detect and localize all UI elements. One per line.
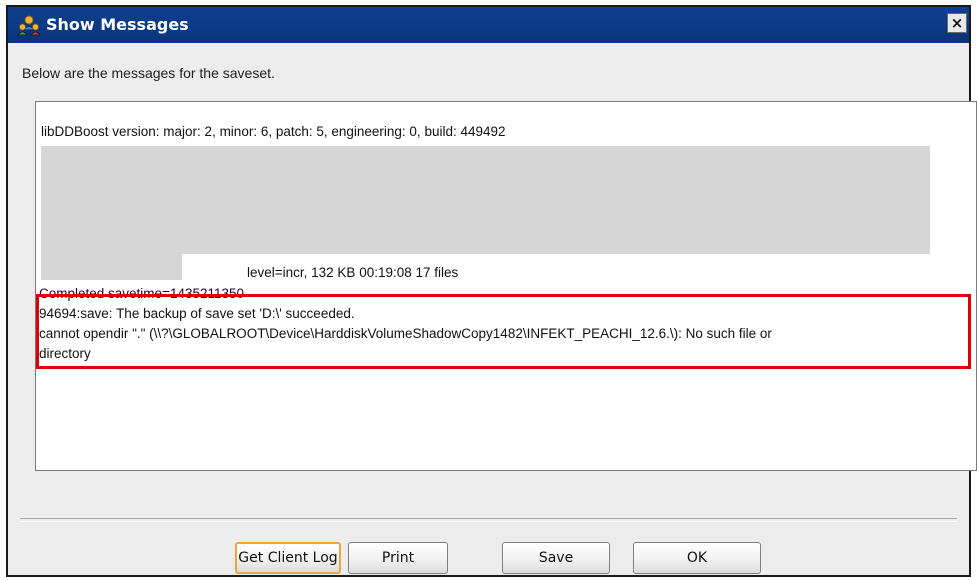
- message-line-error: cannot opendir "." (\\?\GLOBALROOT\Devic…: [39, 326, 772, 341]
- save-button[interactable]: Save: [502, 542, 610, 574]
- get-client-log-button[interactable]: Get Client Log: [235, 542, 341, 574]
- messages-textarea[interactable]: libDDBoost version: major: 2, minor: 6, …: [35, 101, 977, 471]
- show-messages-dialog: Show Messages × Below are the messages f…: [6, 5, 977, 577]
- network-users-icon: [18, 15, 40, 36]
- message-line-error-cont: directory: [39, 346, 91, 361]
- close-icon: ×: [950, 13, 964, 32]
- message-line-success: 94694:save: The backup of save set 'D:\'…: [39, 306, 355, 321]
- intro-label: Below are the messages for the saveset.: [22, 65, 275, 81]
- title-bar[interactable]: Show Messages ×: [8, 7, 969, 43]
- close-button[interactable]: ×: [947, 13, 967, 33]
- ok-button[interactable]: OK: [633, 542, 761, 574]
- window-title: Show Messages: [46, 15, 189, 34]
- divider: [20, 518, 957, 522]
- redacted-block-small: [41, 254, 182, 280]
- print-button[interactable]: Print: [348, 542, 448, 574]
- message-line-level: level=incr, 132 KB 00:19:08 17 files: [247, 265, 459, 280]
- message-line-version: libDDBoost version: major: 2, minor: 6, …: [41, 124, 506, 139]
- redacted-block: [41, 146, 930, 254]
